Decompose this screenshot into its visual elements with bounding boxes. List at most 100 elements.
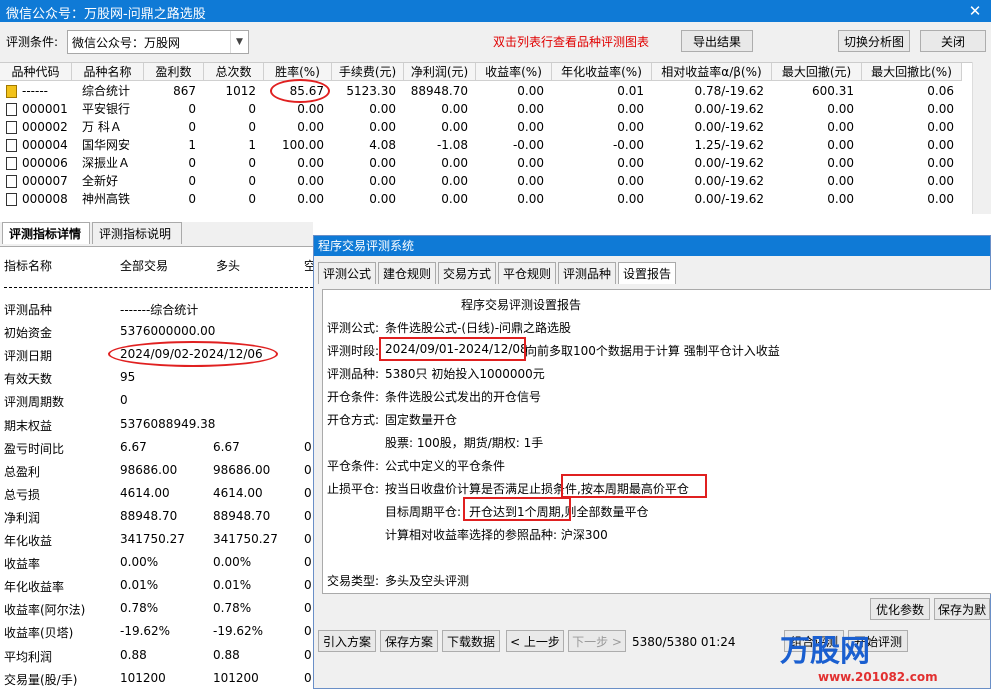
eval-dialog: 程序交易评测系统 评测公式 建仓规则 交易方式 平仓规则 评测品种 设置报告 程… — [313, 235, 991, 689]
table-cell: 0.00/-19.62 — [694, 156, 764, 170]
column-header[interactable]: 净利润(元) — [404, 63, 476, 81]
table-cell: 0.00 — [927, 120, 954, 134]
close-button[interactable]: 关闭 — [920, 30, 986, 52]
table-cell: -0.00 — [512, 138, 544, 152]
table-cell: 0.00 — [441, 174, 468, 188]
table-cell: 000002 — [22, 120, 68, 134]
metric-value: 0.88 — [120, 647, 147, 662]
switch-chart-button[interactable]: 切换分析图 — [838, 30, 910, 52]
table-cell: 000007 — [22, 174, 68, 188]
table-cell: 万 科Ａ — [82, 120, 122, 134]
metric-value: 88948.70 — [120, 508, 178, 523]
column-header[interactable]: 总次数 — [204, 63, 264, 81]
save-default-button[interactable]: 保存为默认 — [934, 598, 990, 620]
condition-select[interactable]: 微信公众号：万股网 ▼ — [67, 30, 249, 54]
annotation-box — [561, 474, 707, 498]
watermark-url: www.201082.com — [818, 670, 938, 684]
close-window-icon[interactable]: ✕ — [963, 0, 987, 22]
metric-name: 收益率(贝塔) — [4, 626, 74, 641]
next-step-button[interactable]: 下一步 > — [568, 630, 626, 652]
table-cell: 0 — [188, 192, 196, 206]
table-row[interactable]: 000008 神州高铁 0 0 0.00 0.00 0.00 0.00 0.00 0.00/-19… — [0, 190, 972, 208]
table-cell: 0.00 — [297, 174, 324, 188]
table-cell: 0.00 — [827, 192, 854, 206]
period-label: 评测时段: — [327, 344, 380, 358]
table-cell: -0.00 — [612, 138, 644, 152]
table-cell: 0.00 — [827, 120, 854, 134]
table-row[interactable]: 000002 万 科Ａ 0 0 0.00 0.00 0.00 0.00 0.00 0.00/-19… — [0, 118, 972, 136]
trade-type-value: 多头及空头评测 — [385, 574, 470, 588]
report-panel: 程序交易评测设置报告 评测公式: 条件选股公式-(日线)-问鼎之路选股 评测时段… — [322, 289, 991, 594]
grid-scrollbar[interactable] — [972, 62, 991, 214]
tab-report[interactable]: 设置报告 — [618, 262, 676, 284]
table-row[interactable]: ------ 综合统计 867 1012 85.67 5123.30 88948.70 0.0… — [0, 82, 972, 100]
trade-type-label: 交易类型: — [327, 574, 380, 588]
metric-value: 0 — [304, 601, 312, 616]
table-cell: 0.00 — [617, 192, 644, 206]
column-header[interactable]: 最大回撤(元) — [772, 63, 862, 81]
tab-metric-details[interactable]: 评测指标详情 — [2, 222, 90, 244]
column-header[interactable]: 收益率(%) — [476, 63, 552, 81]
table-cell: 0.00 — [617, 120, 644, 134]
table-cell: 0.00/-19.62 — [694, 102, 764, 116]
hint-text: 双击列表行查看品种评测图表 — [493, 35, 650, 49]
metric-name: 平均利润 — [4, 649, 53, 664]
table-cell: 0 — [248, 192, 256, 206]
column-header[interactable]: 品种名称 — [72, 63, 144, 81]
toolbar: 评测条件: 微信公众号：万股网 ▼ 双击列表行查看品种评测图表 导出结果 切换分… — [0, 22, 991, 62]
export-button[interactable]: 导出结果 — [681, 30, 753, 52]
table-cell: 全新好 — [82, 174, 119, 188]
table-cell: 100.00 — [282, 138, 324, 152]
tab-metric-explain[interactable]: 评测指标说明 — [92, 222, 182, 244]
metric-header-name: 指标名称 — [4, 259, 53, 273]
chevron-down-icon[interactable]: ▼ — [230, 31, 248, 53]
table-cell: 0.00 — [517, 120, 544, 134]
metric-value: 0.88 — [213, 647, 240, 662]
table-cell: 000004 — [22, 138, 68, 152]
metric-panel: 指标名称 全部交易 多头 空 评测品种 -------综合统计 初始资金 537600… — [0, 246, 316, 690]
variety-label: 评测品种: — [327, 367, 380, 381]
metric-value: 6.67 — [120, 439, 147, 454]
watermark-logo: 万股网 www.201082.com — [780, 626, 980, 686]
import-plan-button[interactable]: 引入方案 — [318, 630, 376, 652]
table-row[interactable]: 000001 平安银行 0 0 0.00 0.00 0.00 0.00 0.00 0.00/-19… — [0, 100, 972, 118]
tab-formula[interactable]: 评测公式 — [318, 262, 376, 284]
table-cell: 1.25/-19.62 — [694, 138, 764, 152]
metric-value: 4614.00 — [120, 485, 170, 500]
metric-value: 0.01% — [120, 578, 159, 593]
table-cell: -1.08 — [436, 138, 468, 152]
table-cell: 0 — [248, 174, 256, 188]
table-cell: 平安银行 — [82, 102, 131, 116]
column-header[interactable]: 品种代码 — [0, 63, 72, 81]
divider — [4, 287, 313, 288]
table-row[interactable]: 000006 深振业Ａ 0 0 0.00 0.00 0.00 0.00 0.00 0.00/-19… — [0, 154, 972, 172]
open-cond-label: 开仓条件: — [327, 390, 380, 404]
table-row[interactable]: 000004 国华网安 1 1 100.00 4.08 -1.08 -0.00 -0.00 1.2… — [0, 136, 972, 154]
column-header[interactable]: 手续费(元) — [332, 63, 404, 81]
tab-close-rule[interactable]: 平仓规则 — [498, 262, 556, 284]
stop-label: 止损平仓: — [327, 482, 380, 496]
table-cell: 0.00 — [927, 174, 954, 188]
tab-trade-mode[interactable]: 交易方式 — [438, 262, 496, 284]
table-cell: 0.00 — [297, 120, 324, 134]
optimize-button[interactable]: 优化参数 — [870, 598, 930, 620]
table-cell: 0.00 — [441, 102, 468, 116]
metric-value: 95 — [120, 370, 136, 385]
table-cell: ------ — [22, 84, 48, 98]
report-title: 程序交易评测设置报告 — [461, 298, 582, 312]
metric-name: 期末权益 — [4, 418, 53, 433]
table-row[interactable]: 000007 全新好 0 0 0.00 0.00 0.00 0.00 0.00 0.00/-19.… — [0, 172, 972, 190]
period-suffix: 向前多取100个数据用于计算 强制平仓计入收益 — [525, 344, 780, 358]
column-header[interactable]: 最大回撤比(%) — [862, 63, 962, 81]
download-data-button[interactable]: 下载数据 — [442, 630, 500, 652]
save-plan-button[interactable]: 保存方案 — [380, 630, 438, 652]
table-cell: 0.00 — [827, 174, 854, 188]
column-header[interactable]: 年化收益率(%) — [552, 63, 652, 81]
table-cell: 综合统计 — [82, 84, 131, 98]
table-cell: 0 — [248, 156, 256, 170]
column-header[interactable]: 相对收益率α/β(%) — [652, 63, 772, 81]
tab-open-rule[interactable]: 建仓规则 — [378, 262, 436, 284]
prev-step-button[interactable]: < 上一步 — [506, 630, 564, 652]
column-header[interactable]: 盈利数 — [144, 63, 204, 81]
tab-variety[interactable]: 评测品种 — [558, 262, 616, 284]
